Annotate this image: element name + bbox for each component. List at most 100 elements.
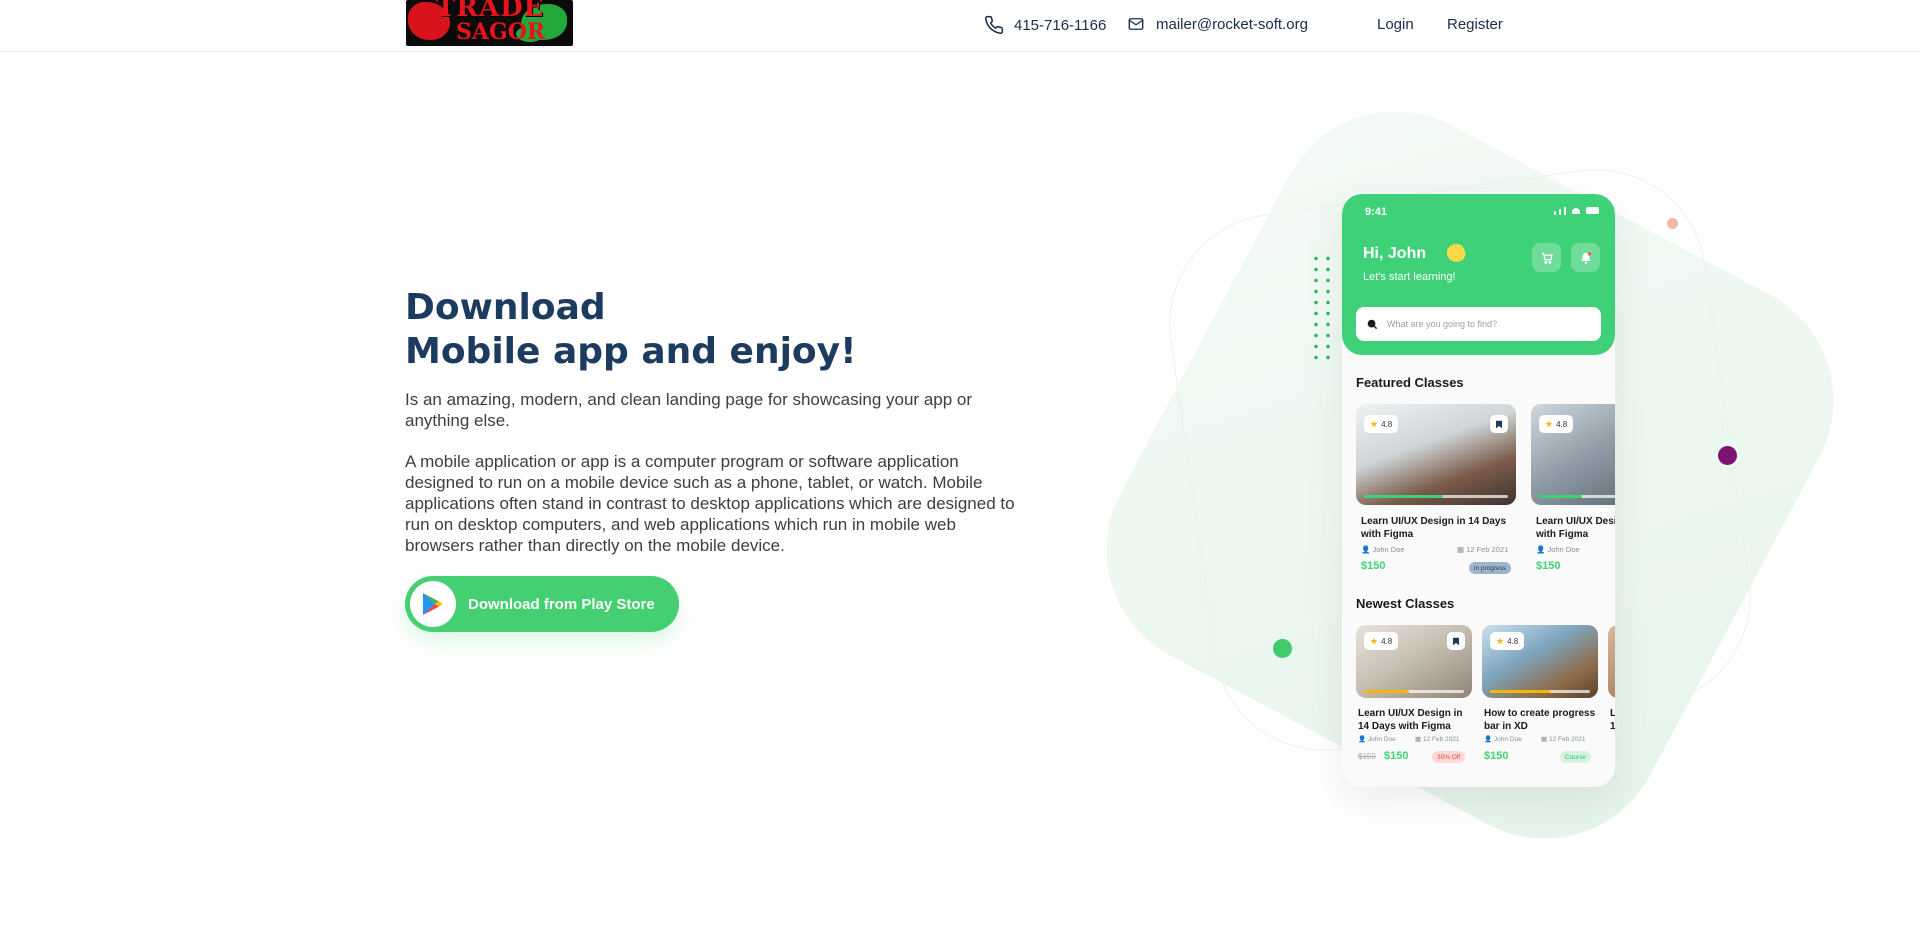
course-title: Learn UI/UX Design in 14 Days with Figma xyxy=(1358,707,1478,733)
mail-icon xyxy=(1128,18,1144,30)
newest-card[interactable]: L 1 xyxy=(1608,625,1615,775)
hero-lead: Is an amazing, modern, and clean landing… xyxy=(405,390,973,430)
course-title-line2: 1 xyxy=(1610,721,1615,732)
app-header: 9:41 Hi, John Let's start learning! What… xyxy=(1342,194,1615,355)
rating-badge: ★ 4.8 xyxy=(1364,415,1399,433)
course-author: 👤 John Doe xyxy=(1361,545,1405,554)
register-link[interactable]: Register xyxy=(1447,16,1503,33)
hero-description: A mobile application or app is a compute… xyxy=(405,452,1015,555)
course-progress-bar xyxy=(1539,495,1615,498)
newest-classes-title: Newest Classes xyxy=(1356,596,1455,611)
star-icon: ★ xyxy=(1545,418,1554,429)
course-title-line1: Learn UI/UX Design in xyxy=(1358,708,1463,719)
course-progress-fill xyxy=(1490,690,1550,693)
header-phone[interactable]: 415-716-1166 xyxy=(984,15,1106,35)
logo-text-top: TRADE xyxy=(436,0,545,23)
download-button-label: Download from Play Store xyxy=(468,595,655,613)
course-title-line2: bar in XD xyxy=(1484,721,1528,732)
course-title-line1: Learn UI/UX Design in 14 Days xyxy=(1361,516,1507,527)
app-search-input[interactable]: What are you going to find? xyxy=(1356,307,1601,341)
course-date: ▦ 12 Feb 2021 xyxy=(1415,736,1460,743)
search-icon xyxy=(1367,319,1378,329)
rating-value: 4.8 xyxy=(1381,636,1393,646)
cart-icon[interactable] xyxy=(1532,243,1561,272)
course-title-line1: L xyxy=(1610,708,1615,719)
featured-card[interactable]: ★ 4.8 Learn UI/UX Desi with Figma 👤 John … xyxy=(1531,404,1615,594)
course-date: ▦ 12 Feb 2021 xyxy=(1457,545,1509,554)
featured-card[interactable]: ★ 4.8 Learn UI/UX Design in 14 Days with … xyxy=(1356,404,1516,594)
app-status-time: 9:41 xyxy=(1365,206,1388,218)
course-thumbnail: ★ 4.8 xyxy=(1482,625,1598,698)
discount-badge: 30% Off xyxy=(1432,751,1466,763)
course-progress-bar xyxy=(1364,495,1508,498)
logo-text-bottom: SAGOR xyxy=(456,19,546,45)
course-thumbnail xyxy=(1608,625,1615,698)
course-price: $150 xyxy=(1361,560,1386,572)
rating-badge: ★ 4.8 xyxy=(1490,632,1525,650)
bell-icon[interactable] xyxy=(1571,243,1600,272)
decorative-dot-grid xyxy=(1310,253,1334,365)
rating-value: 4.8 xyxy=(1507,636,1519,646)
course-thumbnail: ★ 4.8 xyxy=(1531,404,1615,505)
course-price: $150 xyxy=(1536,560,1561,572)
hero-title: Download Mobile app and enjoy! xyxy=(405,286,1045,374)
course-progress-fill xyxy=(1539,495,1583,498)
decorative-dot-purple xyxy=(1718,446,1737,465)
site-header: TRADE SAGOR 415-716-1166 mailer@rocket-s… xyxy=(0,0,1920,52)
rating-value: 4.8 xyxy=(1381,419,1393,429)
star-icon: ★ xyxy=(1496,635,1505,646)
phone-icon xyxy=(985,15,1004,34)
course-title: Learn UI/UX Design in 14 Days with Figma xyxy=(1361,515,1521,541)
course-old-price: $150 xyxy=(1358,752,1376,761)
hero-title-line1: Download xyxy=(405,287,606,328)
course-progress-bar xyxy=(1490,690,1590,693)
bookmark-icon[interactable] xyxy=(1490,415,1508,433)
course-author: 👤 John Doe xyxy=(1484,736,1522,743)
site-logo[interactable]: TRADE SAGOR xyxy=(406,0,573,46)
course-title-line2: with Figma xyxy=(1361,529,1414,540)
course-title-line1: How to create progress xyxy=(1484,708,1596,719)
bookmark-icon[interactable] xyxy=(1447,632,1465,650)
course-type-badge: Course xyxy=(1560,751,1591,763)
rating-badge: ★ 4.8 xyxy=(1539,415,1574,433)
course-price: $150 xyxy=(1484,750,1509,762)
course-progress-fill xyxy=(1364,495,1444,498)
app-greeting: Hi, John xyxy=(1363,245,1427,262)
waving-hand-icon xyxy=(1444,241,1468,265)
course-title-line1: Learn UI/UX Desi xyxy=(1536,516,1615,527)
course-thumbnail: ★ 4.8 xyxy=(1356,404,1516,505)
course-author: 👤 John Doe xyxy=(1536,545,1580,554)
hero-title-line2: Mobile app and enjoy! xyxy=(405,331,857,372)
header-email[interactable]: mailer@rocket-soft.org xyxy=(1126,15,1308,33)
rating-badge: ★ 4.8 xyxy=(1364,632,1399,650)
course-title: L 1 xyxy=(1610,707,1615,733)
star-icon: ★ xyxy=(1370,635,1379,646)
decorative-dot-pink xyxy=(1667,218,1678,229)
rating-value: 4.8 xyxy=(1556,419,1568,429)
course-title: Learn UI/UX Desi with Figma xyxy=(1536,515,1615,541)
course-author: 👤 John Doe xyxy=(1358,736,1396,743)
course-title: How to create progress bar in XD xyxy=(1484,707,1604,733)
decorative-dot-green xyxy=(1273,639,1292,658)
status-badge: in progress xyxy=(1469,562,1512,574)
course-date: ▦ 12 Feb 2021 xyxy=(1541,736,1586,743)
course-price: $150 xyxy=(1384,750,1409,762)
course-title-line2: 14 Days with Figma xyxy=(1358,721,1451,732)
course-thumbnail: ★ 4.8 xyxy=(1356,625,1472,698)
app-search-placeholder: What are you going to find? xyxy=(1387,319,1498,329)
featured-classes-title: Featured Classes xyxy=(1356,375,1464,390)
google-play-icon xyxy=(410,581,456,627)
course-title-line2: with Figma xyxy=(1536,529,1589,540)
newest-card[interactable]: ★ 4.8 Learn UI/UX Design in 14 Days with … xyxy=(1356,625,1472,775)
star-icon: ★ xyxy=(1370,418,1379,429)
app-status-icons xyxy=(1554,207,1599,215)
newest-card[interactable]: ★ 4.8 How to create progress bar in XD 👤 … xyxy=(1482,625,1598,775)
course-progress-bar xyxy=(1364,690,1464,693)
header-email-text: mailer@rocket-soft.org xyxy=(1156,15,1308,33)
download-play-store-button[interactable]: Download from Play Store xyxy=(405,576,679,632)
login-link[interactable]: Login xyxy=(1377,16,1414,33)
phone-mockup: 9:41 Hi, John Let's start learning! What… xyxy=(1342,194,1615,787)
course-progress-fill xyxy=(1364,690,1409,693)
app-subtitle: Let's start learning! xyxy=(1363,271,1456,283)
header-phone-text: 415-716-1166 xyxy=(1014,16,1107,34)
